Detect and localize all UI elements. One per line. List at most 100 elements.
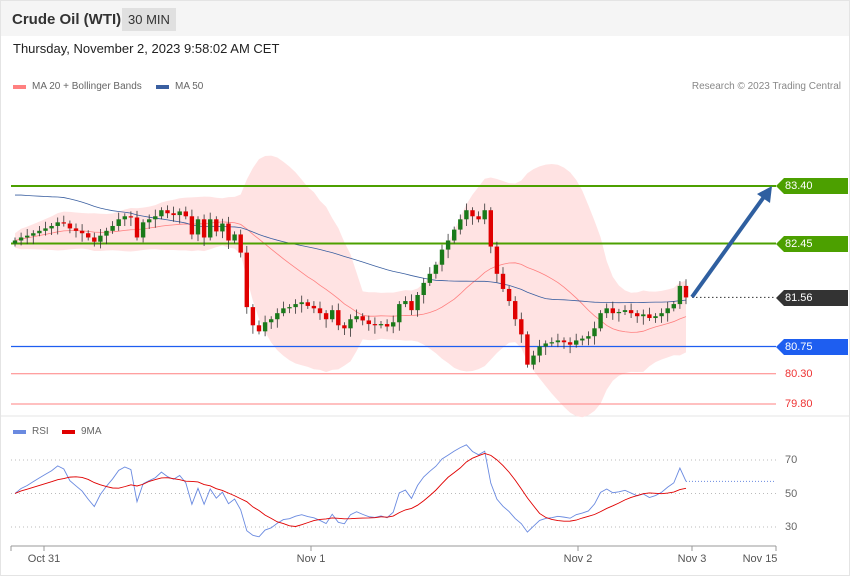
candle-body [67, 223, 73, 229]
candle-body [116, 219, 121, 226]
candle-body [165, 210, 170, 214]
candle-body [134, 217, 140, 238]
candle-body [208, 219, 213, 238]
candle-body [561, 340, 567, 343]
candle-body [25, 235, 30, 238]
candle-body [403, 301, 408, 305]
candle-body [555, 340, 561, 343]
candle-body [531, 355, 536, 365]
resistance-tag-2: 82.45 [776, 236, 848, 252]
candle-body [269, 319, 274, 323]
candle-body [519, 319, 524, 335]
x-tick: Nov 1 [296, 553, 326, 565]
candle-body [671, 304, 676, 309]
candle-body [238, 234, 243, 253]
candle-body [604, 308, 609, 314]
candle-body [275, 313, 280, 320]
candle-body [226, 223, 231, 241]
candle-body [683, 285, 689, 298]
candle-body [537, 346, 542, 356]
candle-body [427, 273, 432, 283]
candle-body [220, 223, 225, 232]
current-price-tag: 81.56 [776, 290, 848, 306]
price-chart [1, 155, 849, 551]
candle-body [55, 222, 60, 226]
support-label-2: 79.80 [785, 398, 813, 410]
candle-body [18, 237, 24, 241]
candle-body [31, 233, 36, 236]
rsi-line [14, 444, 687, 538]
candle-body [189, 216, 195, 235]
candle-body [287, 307, 292, 309]
candle-body [250, 307, 256, 326]
candle-body [110, 225, 115, 231]
candle-body [647, 314, 652, 319]
candle-body [470, 210, 475, 217]
candle-body [43, 228, 48, 231]
candle-body [567, 342, 573, 345]
candle-body [73, 228, 79, 231]
candle-body [171, 213, 176, 216]
support-label-1: 80.30 [785, 368, 813, 380]
rsi-tick-50: 50 [785, 488, 798, 500]
x-tick: Oct 31 [27, 553, 61, 565]
bollinger-band [15, 155, 686, 418]
pivot-tag: 80.75 [776, 339, 848, 355]
candle-body [330, 310, 335, 320]
candle-body [92, 237, 97, 242]
candle-body [628, 310, 634, 314]
candle-body [244, 252, 249, 308]
candle-body [543, 343, 548, 347]
candle-body [433, 264, 439, 274]
candle-body [79, 230, 85, 234]
candle-body [445, 240, 451, 250]
forecast-arrow [690, 192, 768, 299]
candle-body [580, 338, 585, 341]
candle-body [677, 285, 683, 305]
rsi-tick-70: 70 [785, 454, 798, 466]
candle-body [635, 313, 640, 317]
candle-body [311, 305, 317, 309]
candle-body [665, 308, 670, 314]
candle-body [140, 222, 146, 238]
candle-body [476, 216, 481, 220]
candle-body [61, 222, 66, 224]
candle-body [372, 324, 378, 326]
candle-body [342, 325, 347, 329]
candle-body [415, 295, 420, 311]
candle-body [128, 216, 134, 218]
candle-body [439, 249, 445, 265]
candle-body [293, 304, 298, 308]
candle-body [317, 308, 323, 314]
candle-body [177, 211, 182, 216]
candle-body [232, 234, 237, 241]
candle-body [299, 302, 304, 305]
candle-body [214, 219, 219, 232]
candle-body [391, 322, 396, 327]
resistance-tag-1: 83.40 [776, 178, 848, 194]
candle-body [610, 308, 615, 314]
x-tick: Nov 3 [677, 553, 707, 565]
candle-body [37, 230, 42, 234]
candle-body [104, 230, 109, 236]
candle-body [513, 301, 518, 320]
x-tick: Nov 2 [563, 553, 593, 565]
candle-body [616, 311, 622, 314]
candle-body [122, 216, 127, 220]
candle-body [421, 282, 426, 296]
candle-body [641, 314, 646, 317]
candle-body [622, 310, 628, 312]
candle-body [86, 233, 91, 238]
candle-body [549, 342, 554, 344]
candle-body [354, 316, 359, 320]
candle-body [482, 210, 487, 220]
candle-body [409, 301, 414, 311]
candle-body [305, 302, 310, 306]
candle-body [659, 313, 664, 317]
candle-body [384, 324, 390, 327]
candle-body [653, 316, 658, 319]
candle-body [366, 320, 371, 325]
rsi-ma-line [14, 453, 687, 527]
candle-body [348, 319, 353, 329]
candle-body [153, 216, 158, 220]
